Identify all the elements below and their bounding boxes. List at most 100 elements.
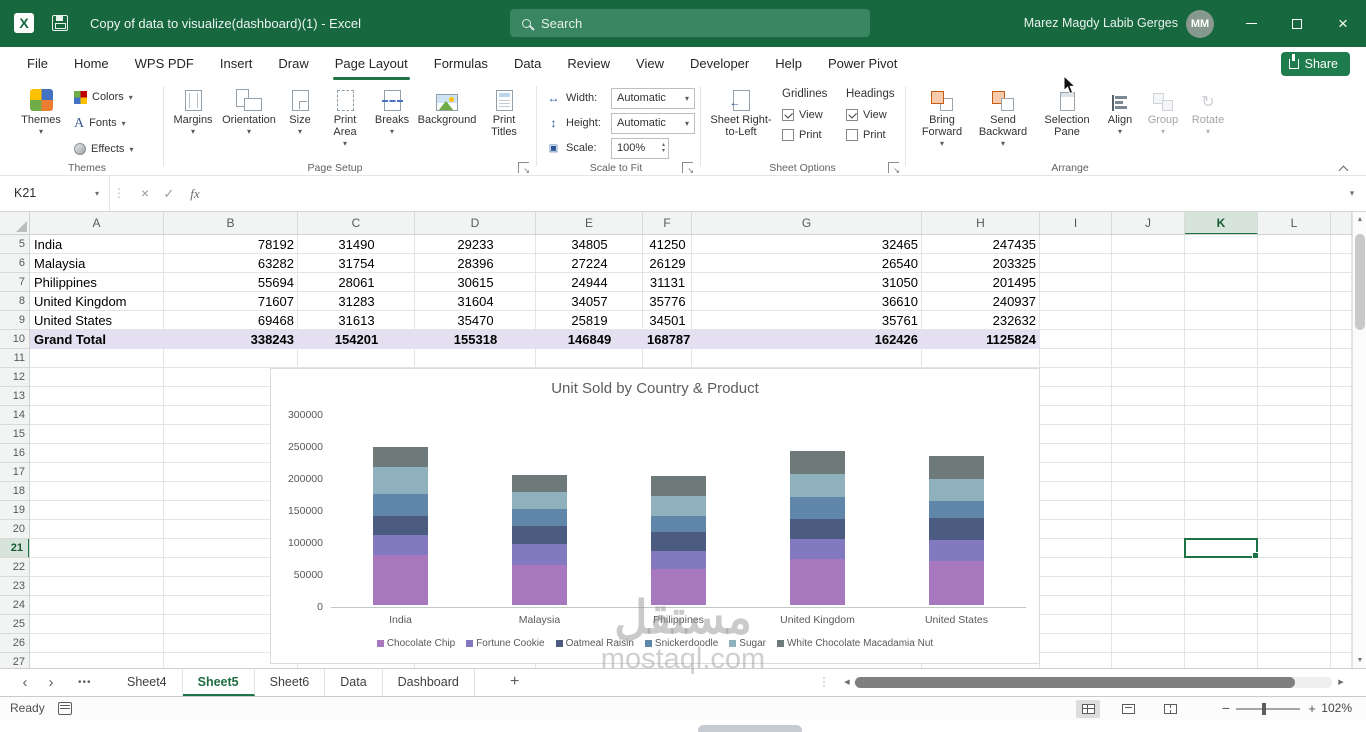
- minimize-button[interactable]: [1228, 0, 1274, 47]
- more-sheets-button[interactable]: •••: [78, 669, 92, 696]
- column-header-K[interactable]: K: [1185, 212, 1258, 234]
- cell-A6[interactable]: Malaysia: [30, 254, 164, 273]
- row-header-25[interactable]: 25: [0, 615, 29, 634]
- height-dropdown[interactable]: Automatic ▾: [611, 112, 695, 134]
- headings-print-checkbox[interactable]: Print: [846, 129, 895, 141]
- cell-C5[interactable]: 31490: [298, 235, 415, 254]
- cell-C6[interactable]: 31754: [298, 254, 415, 273]
- row-header-6[interactable]: 6: [0, 254, 29, 273]
- row-header-20[interactable]: 20: [0, 520, 29, 539]
- row-header-23[interactable]: 23: [0, 577, 29, 596]
- chart[interactable]: Unit Sold by Country & Product Chocolate…: [270, 368, 1040, 664]
- row-header-15[interactable]: 15: [0, 425, 29, 444]
- cell-F8[interactable]: 35776: [643, 292, 692, 311]
- formula-bar-handle[interactable]: ⋮: [112, 176, 126, 211]
- column-header-C[interactable]: C: [298, 212, 415, 234]
- cell-B6[interactable]: 63282: [164, 254, 298, 273]
- cell-F6[interactable]: 26129: [643, 254, 692, 273]
- zoom-slider-thumb[interactable]: [1262, 703, 1266, 715]
- size-button[interactable]: Size ▾: [280, 84, 320, 136]
- cell-A10[interactable]: Grand Total: [30, 330, 164, 349]
- insert-function-icon[interactable]: fx: [182, 176, 208, 211]
- cell-C7[interactable]: 28061: [298, 273, 415, 292]
- sheet-tab-sheet5[interactable]: Sheet5: [182, 669, 255, 696]
- bring-forward-button[interactable]: Bring Forward ▾: [914, 84, 970, 148]
- cell-E6[interactable]: 27224: [536, 254, 643, 273]
- cell-D6[interactable]: 28396: [415, 254, 536, 273]
- cell-E8[interactable]: 34057: [536, 292, 643, 311]
- menu-tab-home[interactable]: Home: [61, 47, 122, 80]
- add-sheet-button[interactable]: +: [500, 669, 529, 696]
- scroll-down-icon[interactable]: ▼: [1353, 653, 1366, 668]
- colors-button[interactable]: Colors ▾: [74, 86, 133, 108]
- sheet-tab-sheet4[interactable]: Sheet4: [112, 669, 183, 696]
- page-layout-view-button[interactable]: [1116, 700, 1140, 718]
- avatar[interactable]: MM: [1186, 10, 1214, 38]
- page-break-view-button[interactable]: [1158, 700, 1182, 718]
- cell-D9[interactable]: 35470: [415, 311, 536, 330]
- sheet-tab-data[interactable]: Data: [325, 669, 383, 696]
- cell-G10[interactable]: 162426: [692, 330, 922, 349]
- cell-G8[interactable]: 36610: [692, 292, 922, 311]
- column-header-A[interactable]: A: [30, 212, 164, 234]
- row-header-7[interactable]: 7: [0, 273, 29, 292]
- cell-G9[interactable]: 35761: [692, 311, 922, 330]
- cell-D10[interactable]: 155318: [415, 330, 536, 349]
- row-header-24[interactable]: 24: [0, 596, 29, 615]
- zoom-level[interactable]: 102%: [1321, 697, 1352, 720]
- row-header-18[interactable]: 18: [0, 482, 29, 501]
- tab-scrollbar-splitter[interactable]: ⋮: [818, 669, 830, 696]
- horizontal-scrollbar-thumb[interactable]: [855, 677, 1295, 688]
- sheet-tab-sheet6[interactable]: Sheet6: [255, 669, 326, 696]
- excel-app-icon[interactable]: X: [14, 13, 34, 33]
- print-area-button[interactable]: Print Area ▾: [322, 84, 368, 148]
- enter-icon[interactable]: ✓: [158, 176, 180, 211]
- row-header-9[interactable]: 9: [0, 311, 29, 330]
- themes-button[interactable]: Themes ▾: [14, 84, 68, 136]
- column-header-blank[interactable]: [1331, 212, 1352, 234]
- vertical-scrollbar[interactable]: ▲ ▼: [1352, 212, 1366, 668]
- vertical-scrollbar-thumb[interactable]: [1355, 234, 1365, 330]
- cell-G5[interactable]: 32465: [692, 235, 922, 254]
- next-sheet-button[interactable]: ›: [40, 669, 62, 696]
- row-header-27[interactable]: 27: [0, 653, 29, 668]
- margins-button[interactable]: Margins ▾: [168, 84, 218, 136]
- name-box[interactable]: K21 ▾: [0, 176, 110, 211]
- formula-bar-expand-icon[interactable]: ▾: [1342, 176, 1362, 211]
- cell-B7[interactable]: 55694: [164, 273, 298, 292]
- row-header-21[interactable]: 21: [0, 539, 29, 558]
- chart-bar-philippines[interactable]: [651, 476, 706, 605]
- background-button[interactable]: Background: [416, 84, 478, 126]
- row-header-16[interactable]: 16: [0, 444, 29, 463]
- chart-bar-united-kingdom[interactable]: [790, 450, 845, 605]
- row-header-14[interactable]: 14: [0, 406, 29, 425]
- cell-D8[interactable]: 31604: [415, 292, 536, 311]
- cancel-icon[interactable]: ×: [134, 176, 156, 211]
- menu-tab-review[interactable]: Review: [554, 47, 623, 80]
- chart-legend-item[interactable]: Fortune Cookie: [466, 638, 545, 649]
- gridlines-view-checkbox[interactable]: View: [782, 109, 827, 121]
- cell-E5[interactable]: 34805: [536, 235, 643, 254]
- search-input[interactable]: Search: [510, 9, 870, 37]
- row-header-22[interactable]: 22: [0, 558, 29, 577]
- share-button[interactable]: Share: [1280, 52, 1350, 76]
- cell-H7[interactable]: 201495: [922, 273, 1040, 292]
- menu-tab-insert[interactable]: Insert: [207, 47, 266, 80]
- cell-H6[interactable]: 203325: [922, 254, 1040, 273]
- scroll-up-icon[interactable]: ▲: [1353, 212, 1366, 227]
- sheet-options-dialog-launcher[interactable]: ↘: [888, 162, 900, 175]
- cell-B9[interactable]: 69468: [164, 311, 298, 330]
- chart-legend-item[interactable]: White Chocolate Macadamia Nut: [776, 638, 933, 649]
- row-header-13[interactable]: 13: [0, 387, 29, 406]
- row-header-5[interactable]: 5: [0, 235, 29, 254]
- chart-legend-item[interactable]: Snickerdoodle: [644, 638, 718, 649]
- fonts-button[interactable]: A Fonts ▾: [74, 112, 126, 134]
- chart-bar-malaysia[interactable]: [512, 474, 567, 605]
- cell-A9[interactable]: United States: [30, 311, 164, 330]
- cell-H8[interactable]: 240937: [922, 292, 1040, 311]
- cell-C10[interactable]: 154201: [298, 330, 415, 349]
- cell-B8[interactable]: 71607: [164, 292, 298, 311]
- cell-A8[interactable]: United Kingdom: [30, 292, 164, 311]
- row-header-17[interactable]: 17: [0, 463, 29, 482]
- headings-view-checkbox[interactable]: View: [846, 109, 895, 121]
